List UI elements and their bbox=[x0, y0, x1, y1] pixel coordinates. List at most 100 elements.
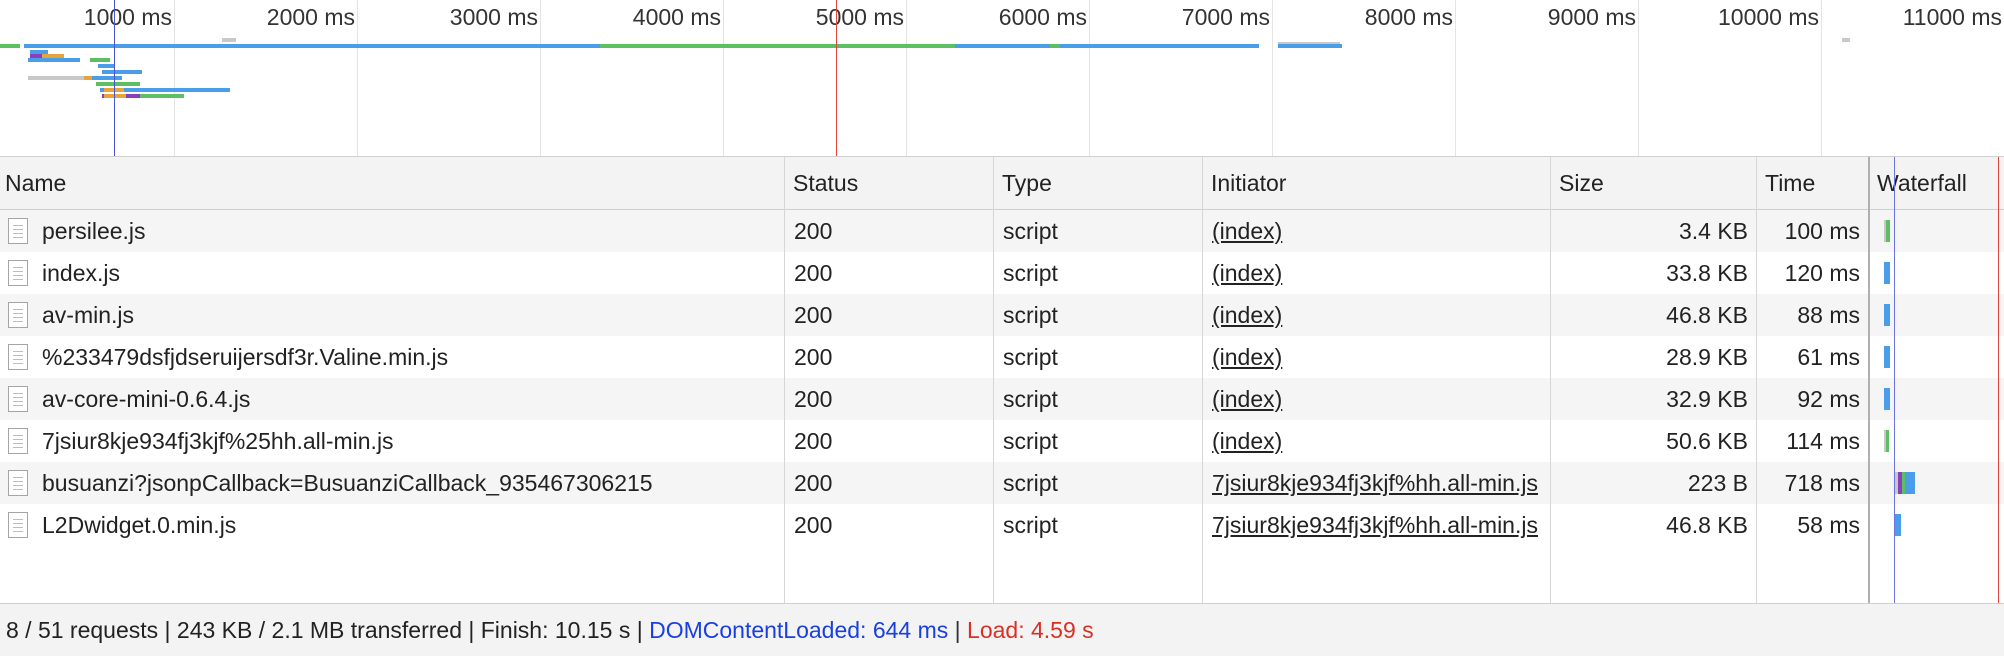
overview-request-bar bbox=[28, 58, 80, 62]
request-name: av-min.js bbox=[42, 302, 135, 328]
request-time: 88 ms bbox=[1797, 302, 1860, 328]
request-time: 100 ms bbox=[1784, 218, 1860, 244]
overview-tick-label: 7000 ms bbox=[1181, 4, 1270, 30]
column-divider[interactable] bbox=[1550, 157, 1551, 603]
script-file-icon bbox=[8, 428, 28, 454]
overview-gridline bbox=[540, 0, 541, 156]
overview-request-bar bbox=[1278, 44, 1342, 48]
overview-tick-label: 3000 ms bbox=[449, 4, 538, 30]
overview-request-bar bbox=[102, 70, 142, 74]
table-header: Name Status Type Initiator Size Time Wat… bbox=[0, 157, 2004, 210]
request-time: 92 ms bbox=[1797, 386, 1860, 412]
request-type: script bbox=[1003, 470, 1058, 496]
request-initiator[interactable]: (index) bbox=[1212, 378, 1542, 420]
request-size: 3.4 KB bbox=[1678, 218, 1748, 244]
column-header-type[interactable]: Type bbox=[997, 157, 1052, 209]
column-header-waterfall[interactable]: Waterfall bbox=[1872, 157, 1967, 209]
column-header-time[interactable]: Time bbox=[1760, 157, 1815, 209]
overview-request-bar bbox=[28, 76, 88, 80]
request-name: %233479dsfjdseruijersdf3r.Valine.min.js bbox=[42, 344, 449, 370]
request-initiator[interactable]: 7jsiur8kje934fj3kjf%hh.all-min.js bbox=[1212, 504, 1542, 546]
request-time: 114 ms bbox=[1786, 428, 1860, 454]
column-header-initiator[interactable]: Initiator bbox=[1206, 157, 1286, 209]
table-row[interactable]: %233479dsfjdseruijersdf3r.Valine.min.js 2… bbox=[0, 336, 2004, 378]
request-initiator[interactable]: 7jsiur8kje934fj3kjf%hh.all-min.js bbox=[1212, 462, 1542, 504]
request-status: 200 bbox=[794, 260, 833, 286]
waterfall-bar[interactable] bbox=[1884, 304, 1890, 326]
request-time: 120 ms bbox=[1784, 260, 1860, 286]
table-row[interactable]: av-core-mini-0.6.4.js 200 script (index) 32.… bbox=[0, 378, 2004, 420]
waterfall-bar[interactable] bbox=[1884, 346, 1890, 368]
column-header-name[interactable]: Name bbox=[0, 157, 66, 209]
waterfall-bar[interactable] bbox=[1905, 472, 1915, 494]
request-name: index.js bbox=[42, 260, 120, 286]
script-file-icon bbox=[8, 218, 28, 244]
overview-gridline bbox=[723, 0, 724, 156]
request-time: 58 ms bbox=[1797, 512, 1860, 538]
column-divider[interactable] bbox=[1756, 157, 1757, 603]
column-divider[interactable] bbox=[1202, 157, 1203, 603]
column-divider[interactable] bbox=[784, 157, 785, 603]
overview-request-bar bbox=[140, 94, 184, 98]
script-file-icon bbox=[8, 302, 28, 328]
request-name: av-core-mini-0.6.4.js bbox=[42, 386, 251, 412]
overview-gridline bbox=[174, 0, 175, 156]
column-divider[interactable] bbox=[993, 157, 994, 603]
overview-tick-label: 2000 ms bbox=[266, 4, 355, 30]
request-initiator[interactable]: (index) bbox=[1212, 252, 1542, 294]
summary-divider: | bbox=[948, 617, 968, 643]
request-status: 200 bbox=[794, 386, 833, 412]
overview-gridline bbox=[1821, 0, 1822, 156]
waterfall-bar[interactable] bbox=[1895, 514, 1901, 536]
waterfall-bar[interactable] bbox=[1886, 220, 1890, 242]
request-status: 200 bbox=[794, 302, 833, 328]
column-header-status[interactable]: Status bbox=[788, 157, 858, 209]
request-size: 28.9 KB bbox=[1666, 344, 1748, 370]
overview-tick-label: 4000 ms bbox=[632, 4, 721, 30]
waterfall-bar[interactable] bbox=[1884, 262, 1890, 284]
domcontentloaded-time: DOMContentLoaded: 644 ms bbox=[649, 617, 949, 643]
request-name: 7jsiur8kje934fj3kjf%25hh.all-min.js bbox=[42, 428, 394, 454]
overview-tick-label: 8000 ms bbox=[1364, 4, 1453, 30]
overview-request-bar bbox=[1050, 44, 1060, 48]
table-row[interactable]: index.js 200 script (index) 33.8 KB 120 ms bbox=[0, 252, 2004, 294]
table-row[interactable]: busuanzi?jsonpCallback=BusuanziCallback_… bbox=[0, 462, 2004, 504]
request-name: busuanzi?jsonpCallback=BusuanziCallback_… bbox=[42, 470, 653, 496]
table-row[interactable]: av-min.js 200 script (index) 46.8 KB 88 ms bbox=[0, 294, 2004, 336]
request-initiator[interactable]: (index) bbox=[1212, 294, 1542, 336]
table-row[interactable]: 7jsiur8kje934fj3kjf%25hh.all-min.js 200 sc… bbox=[0, 420, 2004, 462]
request-initiator[interactable]: (index) bbox=[1212, 420, 1542, 462]
column-header-size[interactable]: Size bbox=[1554, 157, 1604, 209]
overview-gridline bbox=[906, 0, 907, 156]
overview-tick-label: 10000 ms bbox=[1717, 4, 1819, 30]
overview-gridline bbox=[1272, 0, 1273, 156]
column-divider[interactable] bbox=[1868, 157, 1870, 603]
overview-request-bar bbox=[96, 82, 140, 86]
overview-request-bar bbox=[104, 94, 126, 98]
request-size: 223 B bbox=[1687, 470, 1748, 496]
overview-request-bar bbox=[90, 58, 110, 62]
table-row[interactable]: persilee.js 200 script (index) 3.4 KB 100 ms bbox=[0, 210, 2004, 252]
network-request-table: Name Status Type Initiator Size Time Wat… bbox=[0, 157, 2004, 603]
waterfall-bar[interactable] bbox=[1886, 430, 1889, 452]
overview-gridline bbox=[357, 0, 358, 156]
request-status: 200 bbox=[794, 512, 833, 538]
table-row[interactable]: L2Dwidget.0.min.js 200 script 7jsiur8kje934… bbox=[0, 504, 2004, 546]
overview-timeline[interactable]: 1000 ms 2000 ms 3000 ms 4000 ms 5000 ms 6000 … bbox=[0, 0, 2004, 157]
overview-request-bar bbox=[0, 44, 20, 48]
request-initiator[interactable]: (index) bbox=[1212, 210, 1542, 252]
overview-tick-label: 6000 ms bbox=[998, 4, 1087, 30]
request-initiator[interactable]: (index) bbox=[1212, 336, 1542, 378]
overview-request-bar bbox=[600, 44, 955, 48]
request-type: script bbox=[1003, 512, 1058, 538]
request-status: 200 bbox=[794, 470, 833, 496]
request-time: 61 ms bbox=[1797, 344, 1860, 370]
request-type: script bbox=[1003, 218, 1058, 244]
overview-tick-label: 1000 ms bbox=[83, 4, 172, 30]
waterfall-load-line bbox=[1998, 157, 1999, 603]
waterfall-bar[interactable] bbox=[1884, 388, 1890, 410]
overview-request-bar bbox=[222, 38, 236, 42]
overview-load-marker bbox=[836, 0, 837, 156]
script-file-icon bbox=[8, 260, 28, 286]
request-status: 200 bbox=[794, 218, 833, 244]
